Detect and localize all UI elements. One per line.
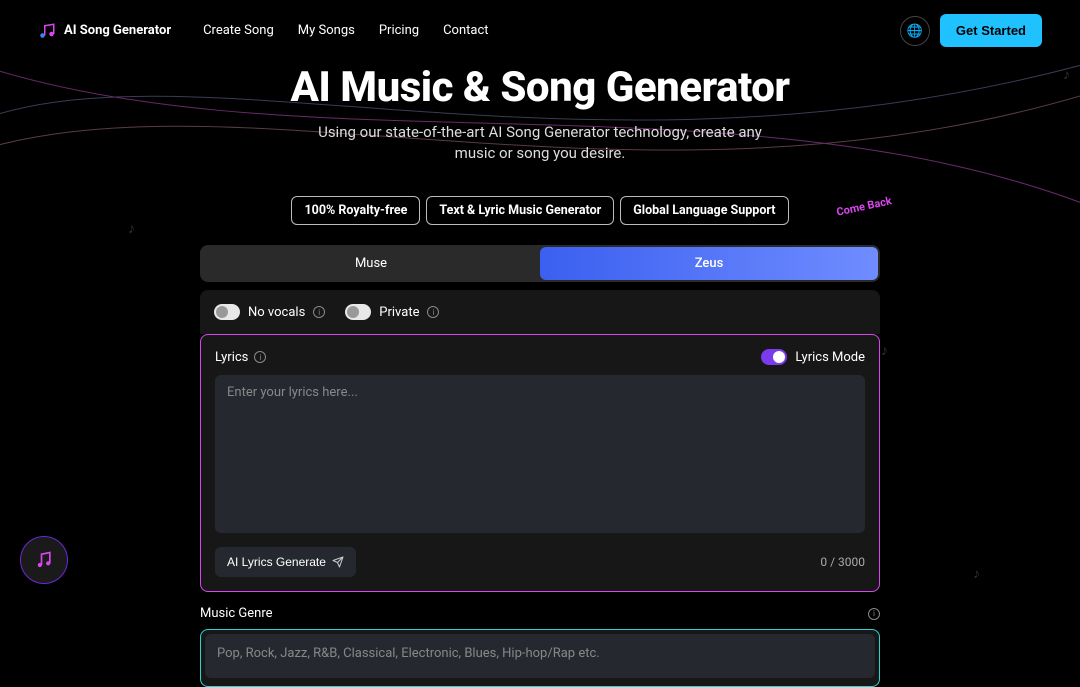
- info-icon[interactable]: i: [254, 351, 266, 363]
- model-tabs: Muse Zeus: [200, 245, 880, 282]
- no-vocals-label: No vocals: [248, 305, 305, 320]
- nav-pricing[interactable]: Pricing: [379, 23, 419, 38]
- private-toggle[interactable]: [345, 304, 371, 320]
- lyrics-char-count: 0 / 3000: [820, 555, 865, 569]
- info-icon[interactable]: i: [313, 306, 325, 318]
- tab-muse[interactable]: Muse: [202, 247, 540, 280]
- logo[interactable]: AI Song Generator: [38, 22, 171, 40]
- main-nav: Create Song My Songs Pricing Contact: [203, 23, 488, 38]
- nav-create-song[interactable]: Create Song: [203, 23, 274, 38]
- floating-music-button[interactable]: [20, 536, 68, 584]
- badge-text-lyric: Text & Lyric Music Generator: [426, 196, 614, 225]
- feature-badges: 100% Royalty-free Text & Lyric Music Gen…: [0, 196, 1080, 225]
- page-title: AI Music & Song Generator: [0, 63, 1080, 112]
- tab-zeus[interactable]: Zeus: [540, 247, 878, 280]
- info-icon[interactable]: i: [868, 608, 880, 620]
- send-icon: [332, 556, 344, 568]
- lyrics-label: Lyrics: [215, 350, 248, 365]
- lyrics-mode-label: Lyrics Mode: [795, 350, 865, 365]
- genre-input[interactable]: [205, 634, 875, 678]
- lyrics-mode-toggle[interactable]: [761, 349, 787, 365]
- music-note-icon: [34, 550, 54, 570]
- genre-label: Music Genre: [200, 606, 273, 621]
- badge-royalty-free: 100% Royalty-free: [291, 196, 420, 225]
- header: AI Song Generator Create Song My Songs P…: [0, 0, 1080, 61]
- genre-section: Music Genre i: [200, 606, 880, 687]
- generator-panel: Muse Zeus No vocals i Private i Lyrics i…: [200, 245, 880, 687]
- lyrics-input[interactable]: [215, 375, 865, 533]
- nav-my-songs[interactable]: My Songs: [298, 23, 355, 38]
- no-vocals-toggle[interactable]: [214, 304, 240, 320]
- page-subtitle: Using our state-of-the-art AI Song Gener…: [310, 122, 770, 164]
- info-icon[interactable]: i: [427, 306, 439, 318]
- options-row: No vocals i Private i: [200, 290, 880, 334]
- ai-lyrics-generate-button[interactable]: AI Lyrics Generate: [215, 547, 356, 577]
- get-started-button[interactable]: Get Started: [940, 14, 1042, 47]
- language-button[interactable]: 🌐: [900, 16, 930, 46]
- music-note-icon: [38, 22, 56, 40]
- badge-global-language: Global Language Support: [620, 196, 788, 225]
- hero: AI Music & Song Generator Using our stat…: [0, 63, 1080, 164]
- nav-contact[interactable]: Contact: [443, 23, 488, 38]
- brand-name: AI Song Generator: [64, 23, 171, 38]
- private-label: Private: [379, 305, 419, 320]
- lyrics-section: Lyrics i Lyrics Mode AI Lyrics Generate …: [200, 334, 880, 592]
- ai-lyrics-generate-label: AI Lyrics Generate: [227, 555, 326, 569]
